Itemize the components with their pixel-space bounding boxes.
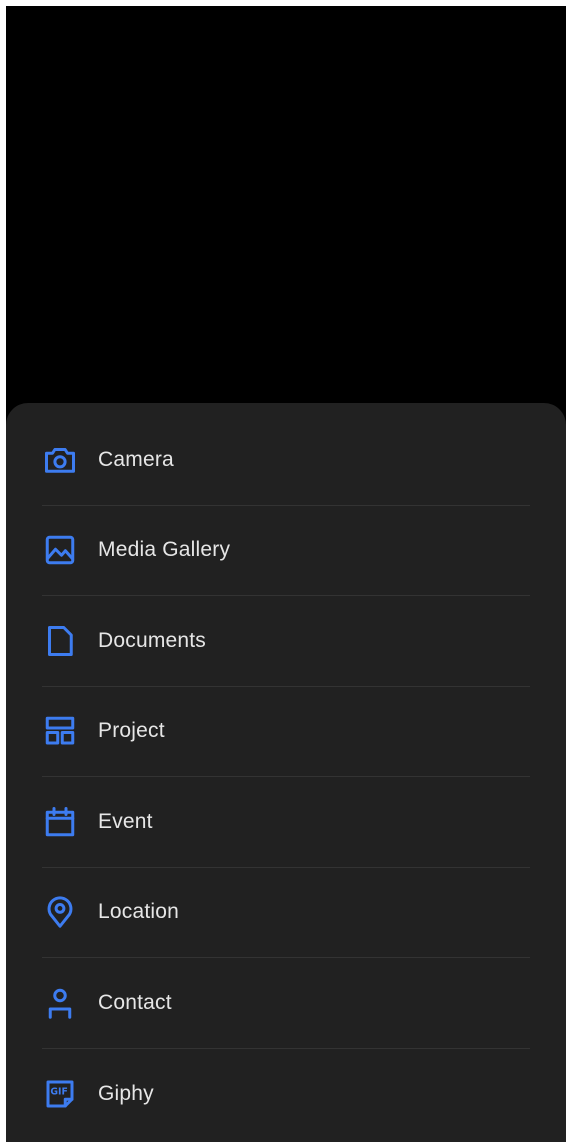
phone-screen: Camera Media Gallery Documents Project E… <box>6 6 566 1142</box>
location-pin-icon <box>42 894 78 930</box>
menu-item-label: Giphy <box>98 1081 154 1105</box>
menu-item-documents[interactable]: Documents <box>42 596 530 687</box>
gif-icon: GIF <box>42 1076 78 1112</box>
document-icon <box>42 623 78 659</box>
menu-item-label: Event <box>98 809 153 833</box>
menu-item-label: Project <box>98 719 165 743</box>
camera-icon <box>42 442 78 478</box>
dimmed-backdrop[interactable] <box>6 6 566 403</box>
person-icon <box>42 985 78 1021</box>
calendar-icon <box>42 804 78 840</box>
menu-item-project[interactable]: Project <box>42 687 530 777</box>
attachment-bottom-sheet: Camera Media Gallery Documents Project E… <box>6 403 566 1142</box>
image-icon <box>42 532 78 568</box>
menu-item-label: Documents <box>98 628 207 652</box>
menu-item-media-gallery[interactable]: Media Gallery <box>42 506 530 596</box>
menu-item-giphy[interactable]: GIF Giphy <box>42 1049 530 1140</box>
attachment-options-list: Camera Media Gallery Documents Project E… <box>42 415 530 1139</box>
menu-item-label: Contact <box>98 990 172 1014</box>
menu-item-label: Camera <box>98 447 174 471</box>
menu-item-contact[interactable]: Contact <box>42 958 530 1049</box>
menu-item-camera[interactable]: Camera <box>42 415 530 506</box>
menu-item-event[interactable]: Event <box>42 777 530 868</box>
menu-item-label: Media Gallery <box>98 538 231 562</box>
layout-icon <box>42 713 78 749</box>
menu-item-label: Location <box>98 900 179 924</box>
gif-icon-text: GIF <box>50 1086 67 1097</box>
menu-item-location[interactable]: Location <box>42 868 530 958</box>
